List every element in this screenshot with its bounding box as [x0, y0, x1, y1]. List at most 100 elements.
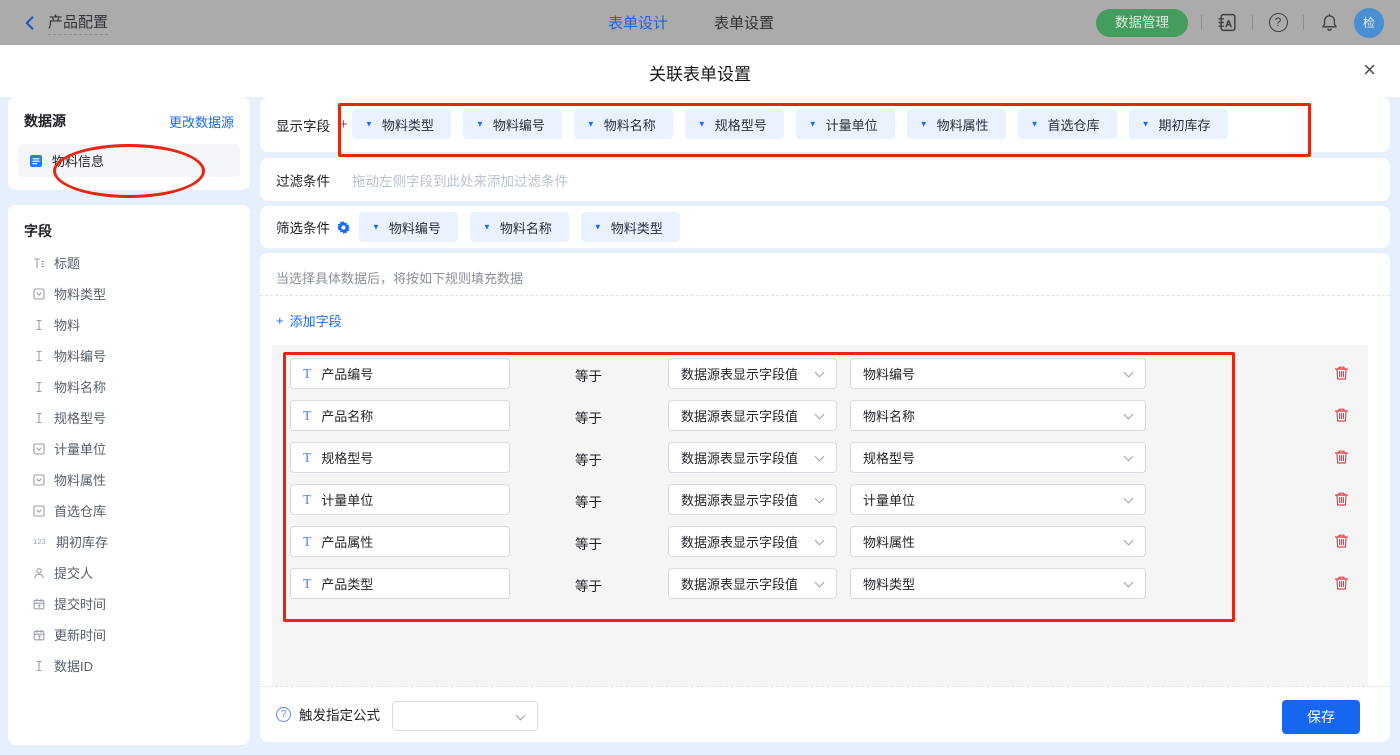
sidebar-field-item[interactable]: 更新时间: [8, 619, 250, 650]
fill-rules-hint: 当选择具体数据后，将按如下规则填充数据: [276, 268, 523, 287]
chevron-down-icon: [1124, 536, 1134, 546]
sidebar-field-item[interactable]: 物料属性: [8, 464, 250, 495]
datasource-item[interactable]: 物料信息: [18, 144, 240, 177]
sidebar-field-item[interactable]: 数据ID: [8, 650, 250, 681]
chevron-down-icon: [1124, 410, 1134, 420]
display-field-tag[interactable]: ▼计量单位: [796, 109, 895, 139]
help-icon[interactable]: ?: [1266, 11, 1290, 35]
sidebar-field-item[interactable]: 物料名称: [8, 371, 250, 402]
delete-row-icon[interactable]: [1334, 491, 1350, 508]
operator-label: 等于: [575, 491, 602, 511]
display-field-tag[interactable]: ▼物料编号: [463, 109, 562, 139]
dropdown-triangle-icon: ▼: [809, 119, 817, 128]
text-field-icon: [32, 660, 45, 672]
delete-row-icon[interactable]: [1334, 407, 1350, 424]
address-book-icon[interactable]: [1215, 11, 1239, 35]
tab-form-design[interactable]: 表单设计: [608, 12, 668, 33]
dialog-title: 关联表单设置: [0, 60, 1400, 85]
source-field-select[interactable]: 物料属性: [850, 526, 1146, 557]
display-field-tag[interactable]: ▼物料属性: [907, 109, 1006, 139]
source-type-select[interactable]: 数据源表显示字段值: [668, 568, 837, 599]
source-field-select[interactable]: 计量单位: [850, 484, 1146, 515]
select-field-icon: [32, 288, 45, 300]
formula-select[interactable]: [392, 701, 538, 731]
close-icon[interactable]: ×: [1363, 55, 1376, 85]
screen-field-tag[interactable]: ▼物料类型: [581, 212, 680, 242]
sidebar-field-list: 标题物料类型物料物料编号物料名称规格型号计量单位物料属性首选仓库123期初库存提…: [8, 247, 250, 681]
divider: [1303, 15, 1304, 30]
datasource-item-label: 物料信息: [52, 151, 104, 170]
fill-rules-card: 当选择具体数据后，将按如下规则填充数据 + 添加字段 T产品编号等于数据源表显示…: [260, 253, 1390, 742]
sidebar-field-item[interactable]: 标题: [8, 247, 250, 278]
target-field-input[interactable]: T规格型号: [290, 442, 510, 473]
source-field-select[interactable]: 规格型号: [850, 442, 1146, 473]
source-type-select[interactable]: 数据源表显示字段值: [668, 358, 837, 389]
gear-icon[interactable]: [337, 221, 350, 234]
tab-form-settings[interactable]: 表单设置: [714, 12, 774, 33]
source-field-select[interactable]: 物料编号: [850, 358, 1146, 389]
delete-row-icon[interactable]: [1334, 533, 1350, 550]
source-type-value: 数据源表显示字段值: [681, 490, 798, 509]
filter-dropzone-placeholder[interactable]: 拖动左侧字段到此处来添加过滤条件: [352, 170, 568, 190]
source-type-select[interactable]: 数据源表显示字段值: [668, 442, 837, 473]
add-display-field-icon[interactable]: +: [339, 116, 348, 133]
display-field-tag[interactable]: ▼物料类型: [352, 109, 451, 139]
bell-icon[interactable]: [1317, 11, 1341, 35]
source-field-select[interactable]: 物料名称: [850, 400, 1146, 431]
sidebar-field-item[interactable]: 物料: [8, 309, 250, 340]
sidebar-field-label: 首选仓库: [54, 501, 106, 520]
sidebar-field-label: 物料编号: [54, 346, 106, 365]
display-field-tags: ▼物料类型▼物料编号▼物料名称▼规格型号▼计量单位▼物料属性▼首选仓库▼期初库存: [352, 109, 1240, 139]
source-field-select[interactable]: 物料类型: [850, 568, 1146, 599]
display-field-tag[interactable]: ▼首选仓库: [1018, 109, 1117, 139]
sidebar-field-label: 物料属性: [54, 470, 106, 489]
target-field-input[interactable]: T产品属性: [290, 526, 510, 557]
target-field-input[interactable]: T计量单位: [290, 484, 510, 515]
sidebar-field-item[interactable]: 计量单位: [8, 433, 250, 464]
target-field-input[interactable]: T产品编号: [290, 358, 510, 389]
target-field-input[interactable]: T产品名称: [290, 400, 510, 431]
add-field-button[interactable]: + 添加字段: [276, 311, 342, 330]
sidebar-field-item[interactable]: 物料类型: [8, 278, 250, 309]
source-type-select[interactable]: 数据源表显示字段值: [668, 526, 837, 557]
delete-row-icon[interactable]: [1334, 575, 1350, 592]
display-field-tag[interactable]: ▼物料名称: [574, 109, 673, 139]
display-field-tag[interactable]: ▼规格型号: [685, 109, 784, 139]
help-circle-icon[interactable]: ?: [276, 707, 291, 722]
sidebar-field-item[interactable]: 提交人: [8, 557, 250, 588]
sidebar-field-label: 期初库存: [56, 532, 108, 551]
divider: [1252, 15, 1253, 30]
source-type-select[interactable]: 数据源表显示字段值: [668, 484, 837, 515]
trigger-formula-row: ? 触发指定公式: [276, 704, 380, 724]
sidebar-field-item[interactable]: 规格型号: [8, 402, 250, 433]
display-field-tag-label: 物料名称: [604, 115, 656, 134]
screen-field-tag-label: 物料类型: [611, 218, 663, 237]
sidebar-field-label: 物料名称: [54, 377, 106, 396]
sidebar-field-item[interactable]: 提交时间: [8, 588, 250, 619]
select-field-icon: [32, 505, 45, 517]
data-manage-button[interactable]: 数据管理: [1096, 9, 1188, 37]
sidebar-field-item[interactable]: 首选仓库: [8, 495, 250, 526]
fields-panel: 字段 标题物料类型物料物料编号物料名称规格型号计量单位物料属性首选仓库 123期初…: [8, 205, 250, 745]
target-field-input[interactable]: T产品类型: [290, 568, 510, 599]
delete-row-icon[interactable]: [1334, 449, 1350, 466]
delete-row-icon[interactable]: [1334, 365, 1350, 382]
sidebar-field-item[interactable]: 123期初库存: [8, 526, 250, 557]
avatar[interactable]: 检: [1354, 8, 1384, 38]
divider: [1201, 15, 1202, 30]
fields-title: 字段: [8, 205, 250, 247]
sidebar-field-label: 提交人: [54, 563, 93, 582]
display-field-tag[interactable]: ▼期初库存: [1129, 109, 1228, 139]
chevron-down-icon: [1124, 452, 1134, 462]
sidebar-field-label: 物料类型: [54, 284, 106, 303]
divider: [260, 686, 1390, 687]
source-type-select[interactable]: 数据源表显示字段值: [668, 400, 837, 431]
change-datasource-link[interactable]: 更改数据源: [169, 112, 234, 131]
screen-field-tag[interactable]: ▼物料编号: [359, 212, 458, 242]
source-type-value: 数据源表显示字段值: [681, 364, 798, 383]
screen-field-tag[interactable]: ▼物料名称: [470, 212, 569, 242]
back-button[interactable]: 产品配置: [22, 0, 108, 45]
sidebar-field-item[interactable]: 物料编号: [8, 340, 250, 371]
operator-label: 等于: [575, 407, 602, 427]
save-button[interactable]: 保存: [1282, 700, 1360, 734]
